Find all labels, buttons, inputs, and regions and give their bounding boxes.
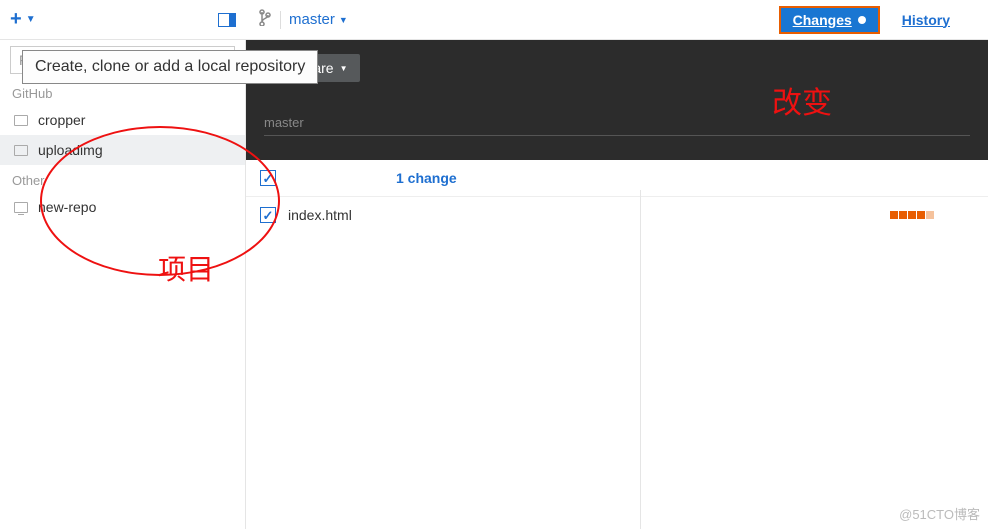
section-header-other: Other bbox=[0, 165, 245, 192]
tooltip: Create, clone or add a local repository bbox=[22, 50, 318, 84]
sidebar: GitHub cropper uploadimg Other new-repo bbox=[0, 40, 246, 529]
chevron-down-icon: ▼ bbox=[26, 14, 36, 25]
unsaved-dot-icon bbox=[858, 16, 866, 24]
branch-label: master bbox=[289, 11, 335, 28]
branch-dropdown[interactable]: master ▼ bbox=[289, 11, 348, 28]
change-count: 1 change bbox=[396, 170, 457, 186]
file-checkbox[interactable] bbox=[260, 207, 276, 223]
select-all-checkbox[interactable] bbox=[260, 170, 276, 186]
tab-label: History bbox=[902, 12, 950, 28]
repo-label: uploadimg bbox=[38, 142, 103, 158]
file-name: index.html bbox=[288, 207, 352, 223]
panel-toggle-button[interactable] bbox=[218, 13, 236, 27]
timeline-branch-label: master bbox=[264, 115, 304, 130]
repo-item-uploadimg[interactable]: uploadimg bbox=[0, 135, 245, 165]
watermark: @51CTO博客 bbox=[899, 504, 980, 523]
chevron-down-icon: ▼ bbox=[340, 64, 348, 73]
timeline-line bbox=[264, 135, 970, 136]
file-row[interactable]: index.html bbox=[246, 197, 988, 233]
plus-icon: + bbox=[10, 8, 22, 31]
repo-item-cropper[interactable]: cropper bbox=[0, 105, 245, 135]
divider bbox=[280, 11, 281, 29]
add-repo-button[interactable]: + ▼ bbox=[10, 8, 36, 31]
branch-icon bbox=[258, 8, 272, 31]
repo-label: cropper bbox=[38, 112, 85, 128]
tab-history[interactable]: History bbox=[894, 8, 958, 32]
repo-label: new-repo bbox=[38, 199, 96, 215]
main-panel: Compare ▼ master 1 change index.html bbox=[246, 40, 988, 529]
changes-header: 1 change bbox=[246, 160, 988, 197]
repo-item-new-repo[interactable]: new-repo bbox=[0, 192, 245, 222]
repo-icon bbox=[14, 145, 28, 156]
diff-indicator bbox=[890, 211, 934, 219]
tab-changes[interactable]: Changes bbox=[779, 6, 880, 34]
compare-bar: Compare ▼ master bbox=[246, 40, 988, 160]
chevron-down-icon: ▼ bbox=[339, 15, 348, 25]
repo-icon bbox=[14, 115, 28, 126]
local-repo-icon bbox=[14, 202, 28, 213]
tab-label: Changes bbox=[793, 12, 852, 28]
